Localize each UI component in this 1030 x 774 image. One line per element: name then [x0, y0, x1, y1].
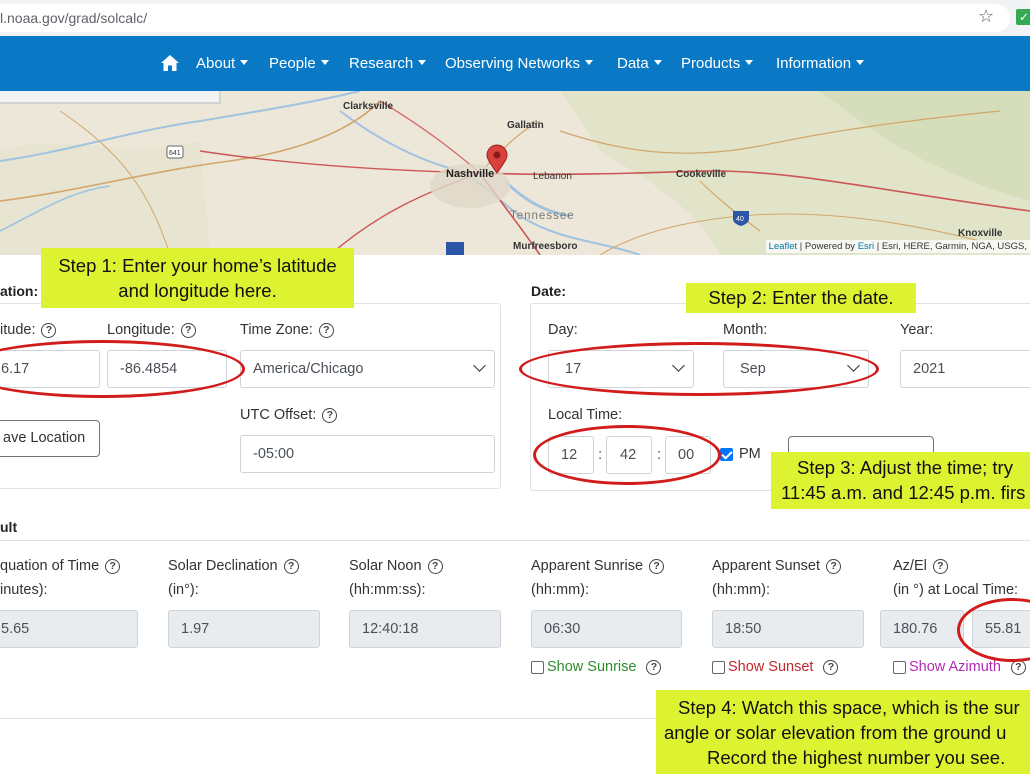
- show-sunrise-checkbox[interactable]: [531, 661, 544, 674]
- show-sunset-help-icon[interactable]: ?: [823, 660, 839, 675]
- home-icon[interactable]: [160, 53, 180, 73]
- utc-offset-input[interactable]: -05:00: [240, 435, 495, 473]
- sunrise-label: Apparent Sunrise?: [531, 558, 665, 574]
- nav-people[interactable]: People: [269, 55, 329, 72]
- longitude-label: Longitude:?: [107, 322, 196, 338]
- esri-link[interactable]: Esri: [858, 241, 874, 252]
- location-map[interactable]: Clarksville Gallatin Nashville Lebanon C…: [0, 91, 1030, 255]
- nav-information[interactable]: Information: [776, 55, 865, 72]
- map-label-clarksville: Clarksville: [343, 101, 393, 112]
- latitude-label: itude:?: [0, 322, 57, 338]
- step4-note: Step 4: Watch this space, which is the s…: [656, 690, 1030, 774]
- show-azimuth-help-icon[interactable]: ?: [1010, 660, 1026, 675]
- sunrise-units-label: (hh:mm):: [531, 582, 589, 598]
- pm-label: PM: [739, 446, 761, 462]
- show-sunset-label[interactable]: Show Sunset?: [728, 659, 839, 675]
- map-label-knoxville: Knoxville: [958, 228, 1003, 239]
- local-time-label: Local Time:: [548, 407, 623, 423]
- sunrise-output: 06:30: [531, 610, 682, 648]
- save-location-button[interactable]: ave Location: [0, 420, 100, 457]
- map-label-nashville: Nashville: [446, 168, 494, 180]
- utc-offset-label: UTC Offset:?: [240, 407, 338, 423]
- day-month-highlight: [519, 342, 879, 396]
- utc-offset-help-icon[interactable]: ?: [322, 408, 338, 423]
- show-sunrise-label[interactable]: Show Sunrise?: [547, 659, 662, 675]
- sunset-units-label: (hh:mm):: [712, 582, 770, 598]
- sunset-help-icon[interactable]: ?: [826, 559, 842, 574]
- solar-noon-output: 12:40:18: [349, 610, 501, 648]
- timezone-label: Time Zone:?: [240, 322, 334, 338]
- solar-noon-units-label: (hh:mm:ss):: [349, 582, 426, 598]
- map-label-cookeville: Cookeville: [676, 169, 726, 180]
- elevation-highlight: [957, 598, 1030, 662]
- solar-noon-help-icon[interactable]: ?: [427, 559, 443, 574]
- latitude-help-icon[interactable]: ?: [41, 323, 57, 338]
- interstate-shield-label: 40: [736, 216, 744, 223]
- browser-toolbar: l.noaa.gov/grad/solcalc/ ☆ ✓: [0, 0, 1030, 36]
- nav-research[interactable]: Research: [349, 55, 427, 72]
- azel-label: Az/El?: [893, 558, 948, 574]
- eot-label: quation of Time?: [0, 558, 121, 574]
- show-sunset-checkbox[interactable]: [712, 661, 725, 674]
- declination-help-icon[interactable]: ?: [283, 559, 299, 574]
- nav-observing-networks[interactable]: Observing Networks: [445, 55, 594, 72]
- extension-check-icon[interactable]: ✓: [1016, 9, 1030, 25]
- leaflet-link[interactable]: Leaflet: [769, 241, 798, 252]
- eot-units-label: inutes):: [0, 582, 48, 598]
- sunrise-help-icon[interactable]: ?: [649, 559, 665, 574]
- map-label-murfreesboro: Murfreesboro: [513, 241, 577, 252]
- pm-checkbox[interactable]: [720, 448, 733, 461]
- declination-output: 1.97: [168, 610, 320, 648]
- map-label-tennessee: Tennessee: [510, 210, 575, 222]
- azel-help-icon[interactable]: ?: [932, 559, 948, 574]
- nav-data[interactable]: Data: [617, 55, 662, 72]
- route-shield-label: 641: [169, 150, 181, 157]
- bookmark-star-icon[interactable]: ☆: [978, 6, 994, 27]
- map-label-lebanon: Lebanon: [533, 171, 572, 182]
- main-navbar: About People Research Observing Networks…: [0, 36, 1030, 91]
- step2-note: Step 2: Enter the date.: [686, 283, 916, 313]
- address-bar[interactable]: [0, 4, 1010, 32]
- year-input[interactable]: 2021: [900, 350, 1030, 388]
- step1-note: Step 1: Enter your home’s latitude and l…: [41, 248, 354, 308]
- solar-noon-label: Solar Noon?: [349, 558, 443, 574]
- nav-about[interactable]: About: [196, 55, 249, 72]
- nav-products[interactable]: Products: [681, 55, 754, 72]
- declination-label: Solar Declination?: [168, 558, 299, 574]
- timezone-select[interactable]: America/Chicago: [240, 350, 495, 388]
- map-canvas[interactable]: Clarksville Gallatin Nashville Lebanon C…: [0, 91, 1030, 255]
- url-text[interactable]: l.noaa.gov/grad/solcalc/: [0, 10, 147, 26]
- map-attribution: Leaflet | Powered by Esri | Esri, HERE, …: [765, 240, 1030, 253]
- azimuth-output: 180.76: [880, 610, 964, 648]
- longitude-help-icon[interactable]: ?: [180, 323, 196, 338]
- timezone-help-icon[interactable]: ?: [318, 323, 334, 338]
- map-label-gallatin: Gallatin: [507, 120, 544, 131]
- chevron-down-icon: [473, 359, 486, 372]
- day-label: Day:: [548, 322, 578, 338]
- date-section-label: Date:: [531, 283, 567, 299]
- divider: [0, 718, 660, 719]
- year-label: Year:: [900, 322, 934, 338]
- eot-output: 5.65: [0, 610, 138, 648]
- location-section-label: ation:: [0, 283, 39, 299]
- divider: [0, 540, 1030, 541]
- show-azimuth-checkbox[interactable]: [893, 661, 906, 674]
- result-section-label: ult: [0, 519, 18, 535]
- azel-units-label: (in °) at Local Time:: [893, 582, 1019, 598]
- sunset-output: 18:50: [712, 610, 864, 648]
- time-highlight: [533, 425, 721, 485]
- step3-note: Step 3: Adjust the time; try 11:45 a.m. …: [771, 452, 1030, 509]
- show-sunrise-help-icon[interactable]: ?: [646, 660, 662, 675]
- eot-help-icon[interactable]: ?: [105, 559, 121, 574]
- declination-units-label: (in°):: [168, 582, 199, 598]
- page: l.noaa.gov/grad/solcalc/ ☆ ✓ About Peopl…: [0, 0, 1030, 774]
- sunset-label: Apparent Sunset?: [712, 558, 842, 574]
- month-label: Month:: [723, 322, 768, 338]
